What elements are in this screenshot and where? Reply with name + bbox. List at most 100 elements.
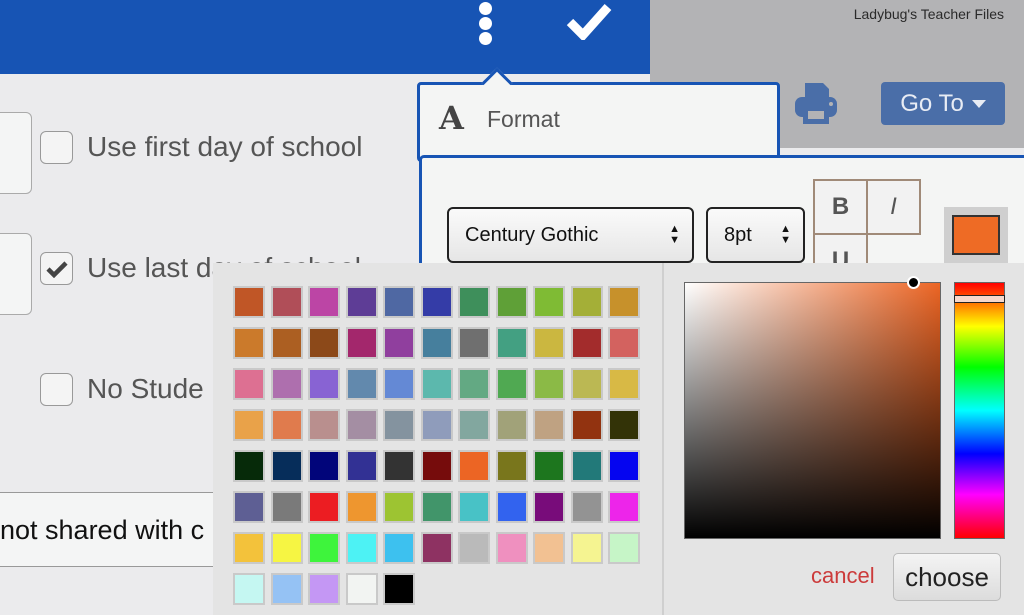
color-swatch[interactable] xyxy=(308,532,340,564)
color-swatch[interactable] xyxy=(495,532,528,564)
no-students-checkbox[interactable] xyxy=(40,373,73,406)
color-swatch[interactable] xyxy=(270,573,303,605)
bold-button[interactable]: B xyxy=(813,179,868,235)
color-swatch[interactable] xyxy=(233,409,265,441)
cancel-button[interactable]: cancel xyxy=(811,563,875,589)
color-swatch[interactable] xyxy=(345,532,378,564)
hue-slider[interactable] xyxy=(954,282,1005,539)
color-swatch[interactable] xyxy=(570,409,603,441)
color-swatch[interactable] xyxy=(233,327,265,359)
date-field-start[interactable] xyxy=(0,112,32,194)
color-swatch[interactable] xyxy=(495,327,528,359)
color-swatch[interactable] xyxy=(233,532,265,564)
color-swatch[interactable] xyxy=(495,450,528,482)
color-swatch[interactable] xyxy=(608,409,640,441)
italic-button[interactable]: I xyxy=(866,179,921,235)
checkmark-icon[interactable] xyxy=(566,2,612,40)
color-picker-handle[interactable] xyxy=(907,276,920,289)
date-field-end[interactable] xyxy=(0,233,32,315)
color-swatch[interactable] xyxy=(345,368,378,400)
color-swatch[interactable] xyxy=(270,532,303,564)
color-swatch[interactable] xyxy=(345,409,378,441)
color-swatch[interactable] xyxy=(270,409,303,441)
color-swatch[interactable] xyxy=(233,491,265,523)
color-swatch[interactable] xyxy=(420,327,453,359)
color-swatch[interactable] xyxy=(570,327,603,359)
color-swatch[interactable] xyxy=(458,368,490,400)
color-swatch[interactable] xyxy=(495,286,528,318)
color-swatch[interactable] xyxy=(270,368,303,400)
color-swatch[interactable] xyxy=(270,327,303,359)
color-swatch[interactable] xyxy=(420,450,453,482)
color-swatch[interactable] xyxy=(533,491,565,523)
color-swatch[interactable] xyxy=(570,368,603,400)
color-swatch[interactable] xyxy=(458,491,490,523)
color-swatch[interactable] xyxy=(533,409,565,441)
color-swatch[interactable] xyxy=(458,286,490,318)
choose-button[interactable]: choose xyxy=(893,553,1001,601)
color-swatch[interactable] xyxy=(308,286,340,318)
color-swatch[interactable] xyxy=(458,409,490,441)
color-swatch[interactable] xyxy=(420,532,453,564)
color-swatch[interactable] xyxy=(308,409,340,441)
color-swatch[interactable] xyxy=(308,491,340,523)
color-swatch[interactable] xyxy=(383,450,415,482)
color-swatch[interactable] xyxy=(570,491,603,523)
color-swatch[interactable] xyxy=(233,286,265,318)
printer-icon[interactable] xyxy=(793,81,839,126)
color-swatch[interactable] xyxy=(345,327,378,359)
color-swatch[interactable] xyxy=(420,409,453,441)
saturation-value-area[interactable] xyxy=(684,282,941,539)
color-swatch[interactable] xyxy=(533,286,565,318)
first-day-checkbox[interactable] xyxy=(40,131,73,164)
color-swatch[interactable] xyxy=(495,491,528,523)
size-select[interactable]: 8pt ▲ ▼ xyxy=(706,207,805,263)
color-swatch[interactable] xyxy=(458,532,490,564)
color-swatch[interactable] xyxy=(458,450,490,482)
color-swatch[interactable] xyxy=(533,532,565,564)
color-swatch[interactable] xyxy=(345,450,378,482)
color-swatch[interactable] xyxy=(420,368,453,400)
color-swatch[interactable] xyxy=(608,491,640,523)
color-swatch[interactable] xyxy=(533,327,565,359)
color-swatch[interactable] xyxy=(608,368,640,400)
color-swatch[interactable] xyxy=(233,368,265,400)
color-swatch[interactable] xyxy=(383,368,415,400)
hue-slider-handle[interactable] xyxy=(954,295,1005,303)
color-swatch[interactable] xyxy=(345,573,378,605)
color-swatch[interactable] xyxy=(308,327,340,359)
color-swatch[interactable] xyxy=(570,286,603,318)
color-swatch[interactable] xyxy=(270,491,303,523)
go-to-button[interactable]: Go To xyxy=(881,82,1005,125)
last-day-checkbox[interactable] xyxy=(40,252,73,285)
color-swatch[interactable] xyxy=(383,532,415,564)
color-swatch[interactable] xyxy=(420,286,453,318)
color-swatch[interactable] xyxy=(608,450,640,482)
text-color-button[interactable] xyxy=(944,207,1008,267)
color-swatch[interactable] xyxy=(495,368,528,400)
color-swatch[interactable] xyxy=(383,409,415,441)
color-swatch[interactable] xyxy=(458,327,490,359)
color-swatch[interactable] xyxy=(308,368,340,400)
color-swatch[interactable] xyxy=(270,286,303,318)
color-swatch[interactable] xyxy=(233,573,265,605)
color-swatch[interactable] xyxy=(533,368,565,400)
color-swatch[interactable] xyxy=(608,286,640,318)
color-swatch[interactable] xyxy=(383,491,415,523)
color-swatch[interactable] xyxy=(345,286,378,318)
color-swatch[interactable] xyxy=(270,450,303,482)
color-swatch[interactable] xyxy=(608,327,640,359)
color-swatch[interactable] xyxy=(383,286,415,318)
color-swatch[interactable] xyxy=(308,573,340,605)
color-swatch[interactable] xyxy=(383,327,415,359)
color-swatch[interactable] xyxy=(608,532,640,564)
color-swatch[interactable] xyxy=(308,450,340,482)
color-swatch[interactable] xyxy=(383,573,415,605)
font-select[interactable]: Century Gothic ▲ ▼ xyxy=(447,207,694,263)
color-swatch[interactable] xyxy=(420,491,453,523)
color-swatch[interactable] xyxy=(533,450,565,482)
color-swatch[interactable] xyxy=(345,491,378,523)
color-swatch[interactable] xyxy=(570,532,603,564)
color-swatch[interactable] xyxy=(233,450,265,482)
color-swatch[interactable] xyxy=(495,409,528,441)
